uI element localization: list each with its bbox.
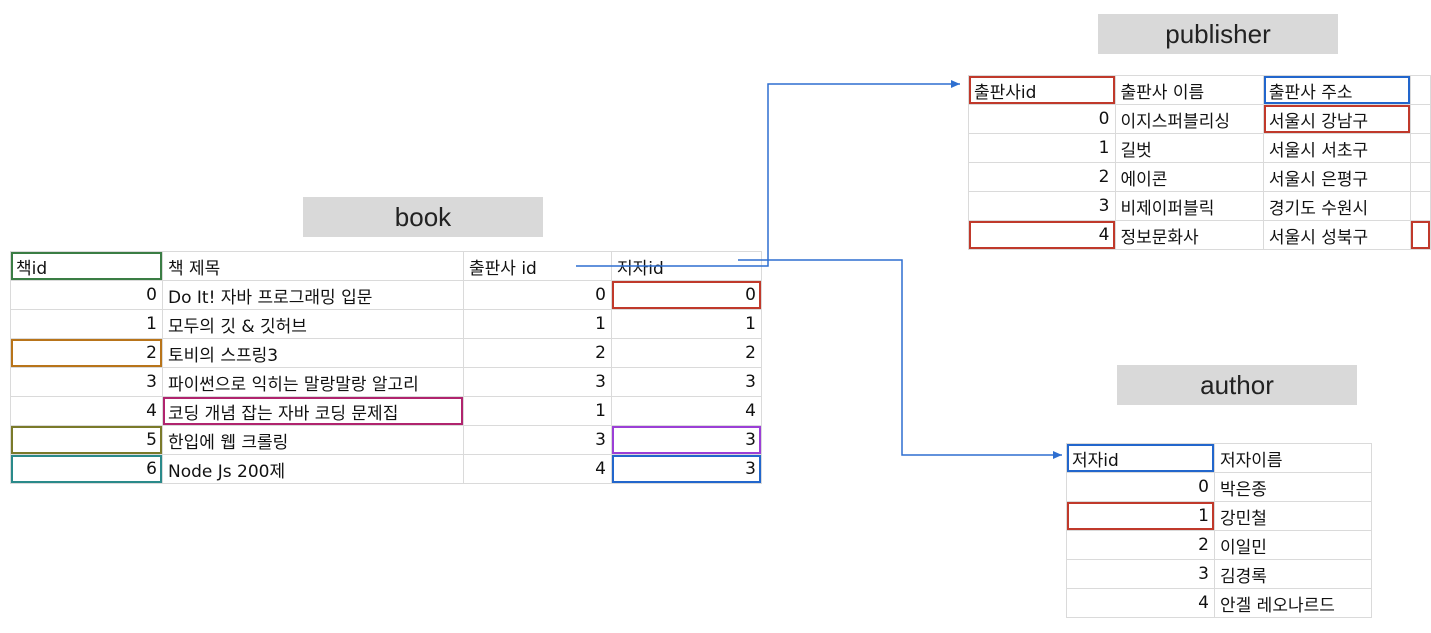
author-row: 1 강민철	[1066, 501, 1372, 531]
book-cell-title[interactable]: 코딩 개념 잡는 자바 코딩 문제집	[162, 396, 464, 426]
publisher-extra-cell[interactable]	[1410, 133, 1431, 163]
publisher-header-row: 출판사id 출판사 이름 출판사 주소	[968, 75, 1431, 105]
publisher-cell-address[interactable]: 경기도 수원시	[1262, 191, 1412, 221]
book-header-title[interactable]: 책 제목	[162, 251, 464, 281]
publisher-extra-cell[interactable]	[1410, 104, 1431, 134]
author-cell-id[interactable]: 2	[1066, 530, 1215, 560]
book-row: 1 모두의 깃 & 깃허브 1 1	[10, 309, 762, 339]
book-cell-publisher-id[interactable]: 4	[463, 454, 612, 484]
publisher-cell-name[interactable]: 이지스퍼블리싱	[1114, 104, 1264, 134]
book-cell-id[interactable]: 4	[10, 396, 163, 426]
book-cell-title[interactable]: Node Js 200제	[162, 454, 464, 484]
book-row: 2 토비의 스프링3 2 2	[10, 338, 762, 368]
publisher-fk-arrow	[576, 80, 960, 267]
publisher-cell-address[interactable]: 서울시 서초구	[1262, 133, 1412, 163]
author-row: 0 박은종	[1066, 472, 1372, 502]
author-header-name[interactable]: 저자이름	[1214, 443, 1372, 473]
book-row: 3 파이썬으로 익히는 말랑말랑 알고리 3 3	[10, 367, 762, 397]
author-cell-name[interactable]: 안겔 레오나르드	[1214, 588, 1372, 618]
book-cell-id[interactable]: 3	[10, 367, 163, 397]
publisher-header-name[interactable]: 출판사 이름	[1114, 75, 1264, 105]
book-cell-author-id[interactable]: 1	[611, 309, 762, 339]
book-cell-author-id[interactable]: 3	[611, 367, 762, 397]
publisher-cell-name[interactable]: 비제이퍼블릭	[1114, 191, 1264, 221]
publisher-cell-address[interactable]: 서울시 은평구	[1262, 162, 1412, 192]
author-cell-id[interactable]: 1	[1066, 501, 1215, 531]
book-row: 6 Node Js 200제 4 3	[10, 454, 762, 484]
publisher-extra-cell[interactable]	[1410, 220, 1431, 250]
book-row: 0 Do It! 자바 프로그래밍 입문 0 0	[10, 280, 762, 310]
publisher-header-address[interactable]: 출판사 주소	[1262, 75, 1412, 105]
publisher-row: 2 에이콘 서울시 은평구	[968, 162, 1431, 192]
book-cell-author-id[interactable]: 4	[611, 396, 762, 426]
publisher-cell-address[interactable]: 서울시 강남구	[1262, 104, 1412, 134]
author-row: 2 이일민	[1066, 530, 1372, 560]
publisher-row: 0 이지스퍼블리싱 서울시 강남구	[968, 104, 1431, 134]
book-cell-id[interactable]: 0	[10, 280, 163, 310]
book-cell-author-id[interactable]: 0	[611, 280, 762, 310]
publisher-cell-name[interactable]: 에이콘	[1114, 162, 1264, 192]
book-cell-author-id[interactable]: 2	[611, 338, 762, 368]
publisher-cell-id[interactable]: 4	[968, 220, 1116, 250]
author-cell-name[interactable]: 강민철	[1214, 501, 1372, 531]
author-header-row: 저자id 저자이름	[1066, 443, 1372, 473]
publisher-cell-address[interactable]: 서울시 성북구	[1262, 220, 1412, 250]
book-cell-title[interactable]: 한입에 웹 크롤링	[162, 425, 464, 455]
author-cell-id[interactable]: 0	[1066, 472, 1215, 502]
publisher-row: 3 비제이퍼블릭 경기도 수원시	[968, 191, 1431, 221]
book-cell-author-id[interactable]: 3	[611, 425, 762, 455]
book-cell-publisher-id[interactable]: 2	[463, 338, 612, 368]
book-cell-publisher-id[interactable]: 1	[463, 309, 612, 339]
book-cell-id[interactable]: 5	[10, 425, 163, 455]
publisher-title: publisher	[1098, 14, 1338, 54]
publisher-table: 출판사id 출판사 이름 출판사 주소 0 이지스퍼블리싱 서울시 강남구 1 …	[968, 75, 1431, 250]
book-header-book-id[interactable]: 책id	[10, 251, 163, 281]
book-cell-id[interactable]: 6	[10, 454, 163, 484]
author-fk-arrow	[738, 259, 1062, 459]
author-cell-name[interactable]: 이일민	[1214, 530, 1372, 560]
author-cell-name[interactable]: 김경록	[1214, 559, 1372, 589]
book-cell-title[interactable]: 모두의 깃 & 깃허브	[162, 309, 464, 339]
author-cell-name[interactable]: 박은종	[1214, 472, 1372, 502]
publisher-extra-cell[interactable]	[1410, 162, 1431, 192]
publisher-cell-id[interactable]: 3	[968, 191, 1116, 221]
book-cell-publisher-id[interactable]: 3	[463, 425, 612, 455]
book-header-row: 책id 책 제목 출판사 id 저자id	[10, 251, 762, 281]
book-cell-id[interactable]: 2	[10, 338, 163, 368]
book-cell-publisher-id[interactable]: 3	[463, 367, 612, 397]
book-cell-publisher-id[interactable]: 1	[463, 396, 612, 426]
book-cell-title[interactable]: Do It! 자바 프로그래밍 입문	[162, 280, 464, 310]
publisher-row: 1 길벗 서울시 서초구	[968, 133, 1431, 163]
author-table: 저자id 저자이름 0 박은종 1 강민철 2 이일민 3 김경록 4 안겔 레…	[1066, 443, 1372, 618]
book-title: book	[303, 197, 543, 237]
author-title: author	[1117, 365, 1357, 405]
book-cell-title[interactable]: 파이썬으로 익히는 말랑말랑 알고리	[162, 367, 464, 397]
book-cell-author-id[interactable]: 3	[611, 454, 762, 484]
author-row: 3 김경록	[1066, 559, 1372, 589]
publisher-cell-name[interactable]: 정보문화사	[1114, 220, 1264, 250]
book-row: 5 한입에 웹 크롤링 3 3	[10, 425, 762, 455]
book-row: 4 코딩 개념 잡는 자바 코딩 문제집 1 4	[10, 396, 762, 426]
author-header-id[interactable]: 저자id	[1066, 443, 1215, 473]
author-row: 4 안겔 레오나르드	[1066, 588, 1372, 618]
publisher-cell-id[interactable]: 0	[968, 104, 1116, 134]
publisher-header-id[interactable]: 출판사id	[968, 75, 1116, 105]
publisher-cell-name[interactable]: 길벗	[1114, 133, 1264, 163]
book-header-author-id[interactable]: 저자id	[611, 251, 762, 281]
publisher-row: 4 정보문화사 서울시 성북구	[968, 220, 1431, 250]
book-cell-title[interactable]: 토비의 스프링3	[162, 338, 464, 368]
author-cell-id[interactable]: 3	[1066, 559, 1215, 589]
publisher-cell-id[interactable]: 2	[968, 162, 1116, 192]
book-cell-id[interactable]: 1	[10, 309, 163, 339]
book-table: 책id 책 제목 출판사 id 저자id 0 Do It! 자바 프로그래밍 입…	[10, 251, 762, 484]
author-cell-id[interactable]: 4	[1066, 588, 1215, 618]
publisher-extra-cell[interactable]	[1410, 191, 1431, 221]
book-cell-publisher-id[interactable]: 0	[463, 280, 612, 310]
book-header-publisher-id[interactable]: 출판사 id	[463, 251, 612, 281]
publisher-extra-cell[interactable]	[1410, 75, 1431, 105]
publisher-cell-id[interactable]: 1	[968, 133, 1116, 163]
